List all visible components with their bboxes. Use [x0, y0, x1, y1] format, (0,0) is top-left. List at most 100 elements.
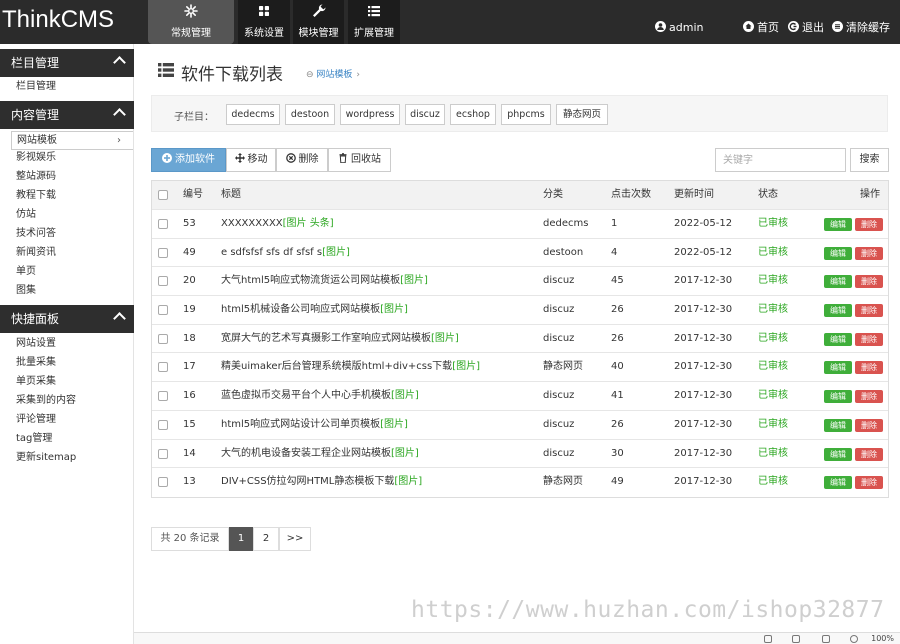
edit-button[interactable]: 编辑	[824, 304, 852, 318]
edit-button[interactable]: 编辑	[824, 218, 852, 231]
sidebar-section-header[interactable]: 栏目管理	[0, 49, 134, 77]
row-title-text[interactable]: 蓝色虚拟币交易平台个人中心手机模板	[221, 390, 391, 401]
sidebar-item[interactable]: 评论管理	[0, 410, 133, 429]
nav-extension-management[interactable]: 扩展管理	[348, 0, 400, 44]
row-title-text[interactable]: 大气的机电设备安装工程企业网站模板	[221, 448, 391, 459]
zoom-level[interactable]: 100%	[871, 634, 894, 643]
table-row[interactable]: 14 大气的机电设备安装工程企业网站模板[图片] discuz 30 2017-…	[152, 440, 888, 469]
row-checkbox[interactable]	[158, 477, 168, 488]
search-input[interactable]	[715, 148, 846, 172]
row-title-text[interactable]: 精美uimaker后台管理系统模版html+div+css下载	[221, 361, 452, 372]
sidebar-item[interactable]: 仿站	[0, 205, 133, 224]
delete-row-button[interactable]: 删除	[855, 246, 883, 260]
row-title-text[interactable]: html5响应式网站设计公司单页模板	[221, 419, 380, 430]
column-header-updated[interactable]: 更新时间	[674, 181, 714, 209]
column-header-category[interactable]: 分类	[543, 181, 563, 209]
app-logo[interactable]: ThinkCMS	[2, 6, 114, 34]
sidebar-item[interactable]: 栏目管理	[0, 77, 133, 96]
row-title-text[interactable]: XXXXXXXXX	[221, 218, 283, 229]
row-title[interactable]: 大气的机电设备安装工程企业网站模板[图片]	[221, 440, 419, 468]
row-title[interactable]: DIV+CSS仿拉勾网HTML静态模板下载[图片]	[221, 468, 422, 497]
row-title-text[interactable]: 大气html5响应式物流货运公司网站模板	[221, 275, 400, 286]
row-checkbox[interactable]	[158, 362, 168, 373]
zoom-in-icon[interactable]	[850, 635, 858, 643]
row-title[interactable]: 精美uimaker后台管理系统模版html+div+css下载[图片]	[221, 353, 480, 381]
nav-general-management[interactable]: 常规管理	[148, 0, 234, 44]
user-menu[interactable]: admin	[655, 21, 703, 35]
subcategory-tag[interactable]: phpcms	[501, 104, 551, 125]
table-row[interactable]: 49 e sdfsfsf sfs df sfsf s[图片] destoon 4…	[152, 239, 888, 268]
edit-button[interactable]: 编辑	[824, 246, 852, 260]
sidebar-item[interactable]: 技术问答	[0, 224, 133, 243]
table-row[interactable]: 17 精美uimaker后台管理系统模版html+div+css下载[图片] 静…	[152, 353, 888, 383]
row-checkbox[interactable]	[158, 391, 168, 402]
page-button[interactable]: 2	[253, 527, 279, 551]
sidebar-item[interactable]: 网站设置	[0, 334, 133, 353]
move-button[interactable]: 移动	[226, 148, 276, 172]
subcategory-tag[interactable]: 静态网页	[556, 104, 608, 125]
delete-row-button[interactable]: 删除	[855, 332, 883, 346]
row-title[interactable]: 蓝色虚拟币交易平台个人中心手机模板[图片]	[221, 382, 419, 410]
row-checkbox[interactable]	[158, 247, 168, 258]
table-row[interactable]: 19 html5机械设备公司响应式网站模板[图片] discuz 26 2017…	[152, 296, 888, 325]
table-row[interactable]: 53 XXXXXXXXX[图片 头条] dedecms 1 2022-05-12…	[152, 210, 888, 239]
subcategory-tag[interactable]: wordpress	[340, 104, 400, 125]
sidebar-item[interactable]: 更新sitemap	[0, 448, 133, 467]
sidebar-item[interactable]: 整站源码	[0, 167, 133, 186]
delete-row-button[interactable]: 删除	[855, 304, 883, 318]
table-row[interactable]: 18 宽屏大气的艺术写真摄影工作室响应式网站模板[图片] discuz 26 2…	[152, 325, 888, 354]
edit-button[interactable]: 编辑	[824, 476, 852, 490]
nav-system-settings[interactable]: 系统设置	[238, 0, 290, 44]
table-row[interactable]: 15 html5响应式网站设计公司单页模板[图片] discuz 26 2017…	[152, 411, 888, 440]
logout-link[interactable]: 退出	[788, 21, 824, 35]
table-row[interactable]: 13 DIV+CSS仿拉勾网HTML静态模板下载[图片] 静态网页 49 201…	[152, 468, 888, 497]
column-header-status[interactable]: 状态	[758, 181, 778, 209]
row-title[interactable]: XXXXXXXXX[图片 头条]	[221, 210, 334, 238]
row-checkbox[interactable]	[158, 448, 168, 459]
row-title[interactable]: 大气html5响应式物流货运公司网站模板[图片]	[221, 267, 428, 295]
edit-button[interactable]: 编辑	[824, 418, 852, 432]
recycle-bin-button[interactable]: 回收站	[328, 148, 391, 172]
row-checkbox[interactable]	[158, 219, 168, 229]
sidebar-section-header[interactable]: 内容管理	[0, 101, 134, 129]
breadcrumb[interactable]: ⊖ 网站模板 ›	[306, 67, 360, 80]
delete-row-button[interactable]: 删除	[855, 447, 883, 461]
row-title-text[interactable]: DIV+CSS仿拉勾网HTML静态模板下载	[221, 476, 394, 487]
sidebar-item[interactable]: 单页采集	[0, 372, 133, 391]
search-button[interactable]: 搜索	[850, 148, 889, 172]
subcategory-tag[interactable]: destoon	[285, 104, 335, 125]
delete-row-button[interactable]: 删除	[855, 476, 883, 490]
sidebar-item[interactable]: 新闻资讯	[0, 243, 133, 262]
delete-row-button[interactable]: 删除	[855, 390, 883, 404]
delete-row-button[interactable]: 删除	[855, 418, 883, 432]
row-title[interactable]: html5响应式网站设计公司单页模板[图片]	[221, 411, 408, 439]
next-page-button[interactable]: >>	[279, 527, 311, 551]
row-checkbox[interactable]	[158, 305, 168, 316]
row-title-text[interactable]: e sdfsfsf sfs df sfsf s	[221, 247, 322, 258]
subcategory-tag[interactable]: discuz	[405, 104, 445, 125]
add-software-button[interactable]: 添加软件	[151, 148, 226, 172]
select-all-checkbox[interactable]	[158, 190, 168, 200]
clear-cache-link[interactable]: 清除缓存	[832, 21, 890, 35]
sidebar-section-header[interactable]: 快捷面板	[0, 305, 134, 333]
row-title[interactable]: e sdfsfsf sfs df sfsf s[图片]	[221, 239, 350, 267]
breadcrumb-item[interactable]: 网站模板	[316, 70, 352, 80]
edit-button[interactable]: 编辑	[824, 447, 852, 461]
table-row[interactable]: 16 蓝色虚拟币交易平台个人中心手机模板[图片] discuz 41 2017-…	[152, 382, 888, 411]
sidebar-item[interactable]: 单页	[0, 262, 133, 281]
sidebar-item[interactable]: 教程下载	[0, 186, 133, 205]
edit-button[interactable]: 编辑	[824, 361, 852, 375]
sidebar-item[interactable]: tag管理	[0, 429, 133, 448]
sidebar-item[interactable]: 批量采集	[0, 353, 133, 372]
row-title[interactable]: 宽屏大气的艺术写真摄影工作室响应式网站模板[图片]	[221, 325, 459, 353]
edit-button[interactable]: 编辑	[824, 275, 852, 289]
sidebar-item[interactable]: 影视娱乐	[0, 148, 133, 167]
row-checkbox[interactable]	[158, 276, 168, 287]
row-title-text[interactable]: html5机械设备公司响应式网站模板	[221, 304, 380, 315]
row-checkbox[interactable]	[158, 419, 168, 430]
subcategory-tag[interactable]: ecshop	[450, 104, 496, 125]
column-header-title[interactable]: 标题	[221, 181, 241, 209]
sidebar-item[interactable]: 采集到的内容	[0, 391, 133, 410]
sidebar-item[interactable]: 图集	[0, 281, 133, 300]
column-header-id[interactable]: 编号	[183, 181, 203, 209]
